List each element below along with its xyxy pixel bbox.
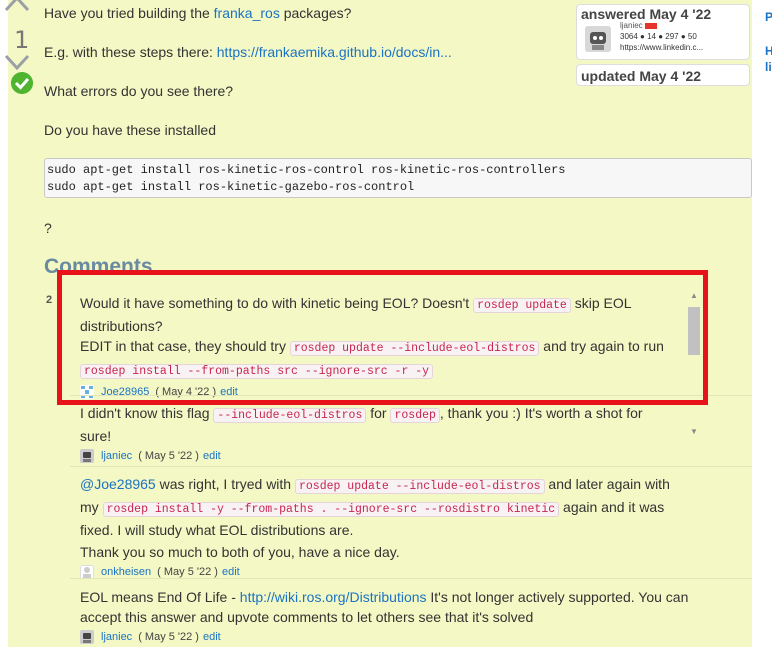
edit-link[interactable]: edit — [203, 631, 221, 643]
comment-text: EOL means End Of Life - http://wiki.ros.… — [80, 589, 689, 625]
upvote-arrow-icon[interactable] — [4, 0, 30, 14]
scroll-thumb[interactable] — [688, 307, 700, 355]
comment-author[interactable]: ljaniec — [101, 631, 132, 643]
sidebar-link[interactable]: H — [765, 44, 772, 58]
user-avatar[interactable] — [80, 565, 94, 580]
comment-divider — [70, 395, 752, 396]
comment-meta: ljaniec ( May 5 '22 ) edit — [80, 448, 700, 464]
accepted-answer-check-icon — [11, 72, 33, 94]
code-block: sudo apt-get install ros-kinetic-ros-con… — [44, 158, 752, 198]
answer-paragraph-1: Have you tried building the franka_ros p… — [44, 5, 352, 21]
user-avatar[interactable] — [585, 26, 611, 52]
scroll-up-arrow-icon[interactable]: ▲ — [690, 291, 698, 300]
comment-date: ( May 5 '22 ) — [157, 566, 218, 578]
comment-author[interactable]: onkheisen — [101, 566, 151, 578]
inline-code: rosdep update — [473, 298, 571, 313]
inline-code: rosdep install --from-paths src --ignore… — [80, 364, 434, 379]
comment: Would it have something to do with kinet… — [80, 293, 700, 400]
user-avatar[interactable] — [80, 449, 94, 464]
edit-link[interactable]: edit — [203, 450, 221, 462]
user-avatar[interactable] — [80, 630, 94, 645]
sidebar-link[interactable]: P — [765, 10, 772, 24]
answered-card: answered May 4 '22 ljaniec 3064 ● 14 ● 2… — [576, 4, 750, 60]
answer-paragraph-3: What errors do you see there? — [44, 83, 234, 99]
franka-ros-link[interactable]: franka_ros — [214, 5, 280, 21]
code-line: sudo apt-get install ros-kinetic-gazebo-… — [47, 180, 415, 194]
mention-link[interactable]: @Joe28965 — [80, 476, 156, 492]
inline-code: rosdep install -y --from-paths . --ignor… — [102, 502, 560, 517]
inline-code: rosdep — [390, 408, 440, 423]
comment-date: ( May 5 '22 ) — [138, 450, 199, 462]
answer-paragraph-5: ? — [44, 220, 52, 236]
updated-date: updated May 4 '22 — [581, 68, 702, 84]
downvote-arrow-icon[interactable] — [4, 54, 30, 70]
inline-code: --include-eol-distros — [213, 408, 367, 423]
edit-link[interactable]: edit — [220, 386, 238, 398]
answered-date: answered May 4 '22 — [581, 6, 712, 22]
comments-scrollbar[interactable]: ▲ ▼ — [688, 291, 700, 439]
inline-code: rosdep update --include-eol-distros — [295, 479, 545, 494]
comment-divider — [70, 578, 752, 579]
comment-date: ( May 4 '22 ) — [155, 386, 217, 398]
comments-heading: Comments — [44, 255, 153, 278]
scroll-down-arrow-icon[interactable]: ▼ — [690, 427, 698, 436]
inline-code: rosdep update --include-eol-distros — [289, 341, 540, 356]
comment-divider — [70, 466, 752, 467]
comment: EOL means End Of Life - http://wiki.ros.… — [80, 587, 700, 645]
comment-date: ( May 5 '22 ) — [138, 631, 199, 643]
comment-text: I didn't know this flag --include-eol-di… — [80, 405, 643, 444]
answer-paragraph-2: E.g. with these steps there: https://fra… — [44, 44, 452, 60]
comment: @Joe28965 was right, I tryed with rosdep… — [80, 474, 700, 580]
comment-author[interactable]: Joe28965 — [101, 386, 149, 398]
comment-text: Would it have something to do with kinet… — [80, 295, 664, 379]
code-line: sudo apt-get install ros-kinetic-ros-con… — [47, 163, 566, 177]
answer-paragraph-4: Do you have these installed — [44, 122, 216, 138]
vote-count: 1 — [14, 26, 30, 54]
comment-meta: Joe28965 ( May 4 '22 ) edit — [80, 384, 700, 400]
comment-author[interactable]: ljaniec — [101, 450, 132, 462]
flag-icon — [644, 22, 657, 29]
ros-wiki-link[interactable]: http://wiki.ros.org/Distributions — [240, 589, 427, 605]
comment-text: @Joe28965 was right, I tryed with rosdep… — [80, 476, 670, 538]
updated-card: updated May 4 '22 — [576, 64, 750, 86]
comment-vote-count: 2 — [46, 294, 53, 306]
karma-badges: 3064 ● 14 ● 297 ● 50 — [620, 32, 697, 41]
comment: I didn't know this flag --include-eol-di… — [80, 403, 700, 464]
comment-meta: ljaniec ( May 5 '22 ) edit — [80, 629, 700, 645]
user-avatar[interactable] — [80, 385, 94, 400]
author-url: https://www.linkedin.c... — [620, 43, 704, 52]
sidebar-link[interactable]: li — [765, 60, 772, 74]
comment-text: Thank you so much to both of you, have a… — [80, 544, 400, 560]
answer-author[interactable]: ljaniec — [620, 21, 657, 30]
edit-link[interactable]: edit — [222, 566, 240, 578]
docs-link[interactable]: https://frankaemika.github.io/docs/in... — [217, 44, 452, 60]
